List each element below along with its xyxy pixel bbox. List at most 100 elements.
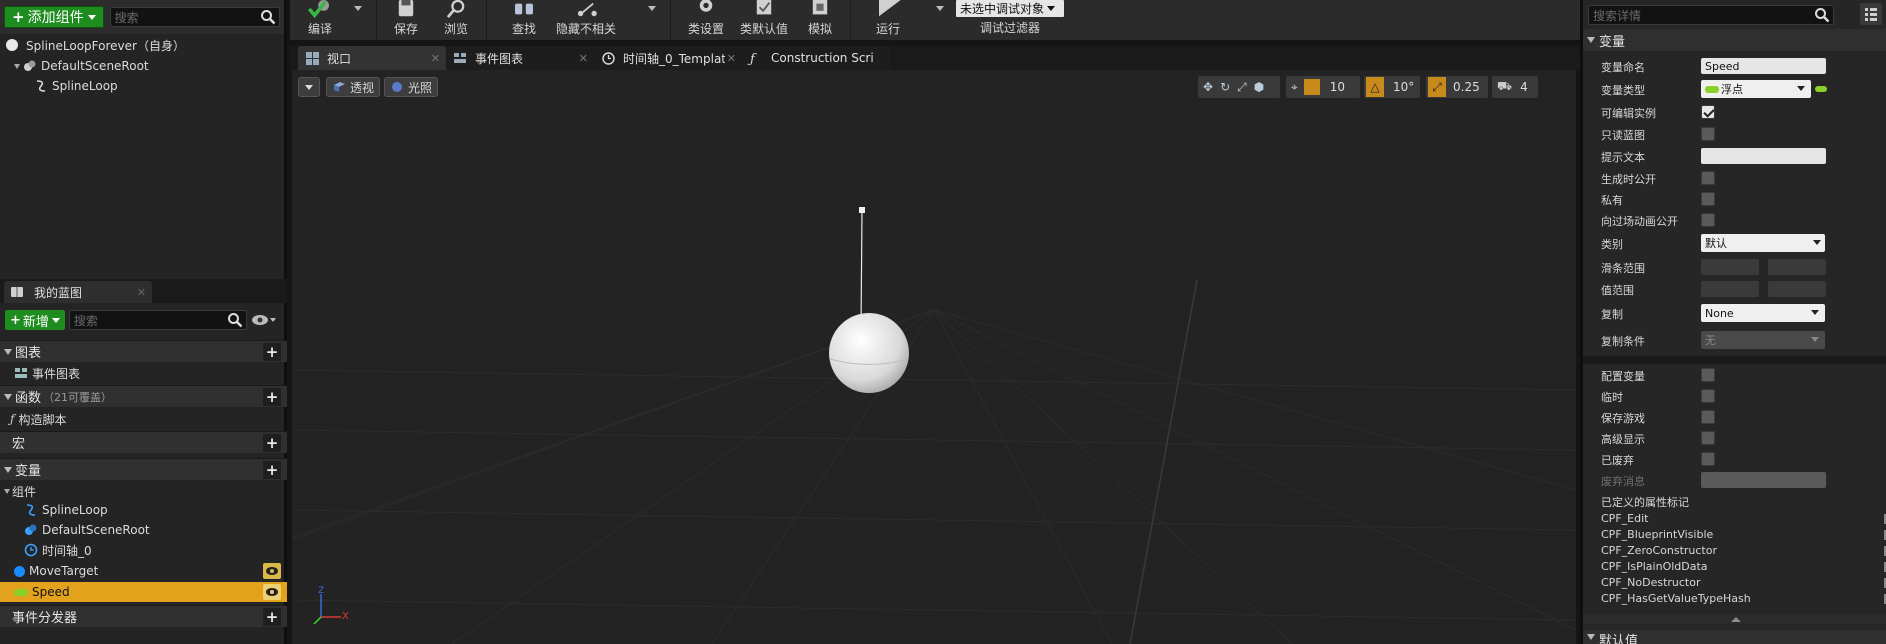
- eye-icon[interactable]: [251, 313, 277, 327]
- save-button[interactable]: 保存: [386, 0, 426, 40]
- flag-label: CPF_IsPlainOldData: [1601, 560, 1708, 573]
- graphs-section-header[interactable]: 图表 +: [0, 340, 287, 362]
- add-component-button[interactable]: + 添加组件: [4, 6, 104, 28]
- viewport[interactable]: 透视 光照 ✥ ↻ ⤢ ⬢ ⌖ 10 △ 10° ⤢ 0.25 ⛟ 4 Z X: [292, 70, 1576, 644]
- components-search-input[interactable]: 搜索: [109, 7, 280, 27]
- browse-button[interactable]: 浏览: [436, 0, 476, 40]
- scale-snap-value[interactable]: 0.25: [1453, 80, 1480, 94]
- deprecated-checkbox[interactable]: [1701, 452, 1715, 466]
- spline-point-handle[interactable]: [859, 207, 865, 213]
- simulate-button[interactable]: 模拟: [800, 0, 840, 40]
- variable-speed[interactable]: Speed: [0, 582, 287, 602]
- compile-options-chevron-icon[interactable]: [354, 6, 362, 11]
- tab-timeline-template[interactable]: 时间轴_0_Template ✕: [594, 46, 742, 70]
- variable-name-input[interactable]: Speed: [1701, 58, 1826, 74]
- category-select[interactable]: 默认: [1701, 234, 1825, 252]
- default-value-category-header[interactable]: 默认值: [1583, 630, 1886, 644]
- sphere-mesh[interactable]: [829, 313, 909, 393]
- viewport-options-button[interactable]: [298, 77, 320, 97]
- replication-condition-select[interactable]: 无: [1701, 331, 1825, 349]
- my-blueprint-search-input[interactable]: 搜索: [68, 310, 247, 330]
- play-button[interactable]: 运行: [868, 0, 908, 40]
- value-range-max-input[interactable]: [1768, 281, 1826, 297]
- chevron-down-icon: [87, 14, 96, 20]
- dispatchers-section-header[interactable]: 事件分发器 +: [0, 605, 287, 627]
- value-range-min-input[interactable]: [1701, 281, 1759, 297]
- details-search-input[interactable]: 搜索详情: [1588, 5, 1834, 25]
- visibility-eye-icon[interactable]: [263, 563, 281, 579]
- tab-viewport[interactable]: 视口 ✕: [298, 46, 446, 70]
- config-variable-checkbox[interactable]: [1701, 368, 1715, 382]
- slider-range-max-input[interactable]: [1768, 259, 1826, 275]
- grid-snap-value[interactable]: 10: [1330, 80, 1345, 94]
- instance-editable-checkbox[interactable]: [1701, 105, 1715, 119]
- advanced-display-checkbox[interactable]: [1701, 431, 1715, 445]
- rotation-snap-value[interactable]: 10°: [1393, 80, 1414, 94]
- hide-unrelated-button[interactable]: 隐藏不相关: [554, 0, 618, 40]
- tree-item-default-scene-root[interactable]: DefaultSceneRoot: [0, 56, 287, 76]
- close-icon[interactable]: ✕: [431, 52, 440, 65]
- construction-script-item[interactable]: ƒ 构造脚本: [0, 409, 287, 429]
- hide-unrelated-options-chevron-icon[interactable]: [648, 6, 656, 11]
- visibility-eye-icon[interactable]: [263, 584, 281, 600]
- slider-range-min-input[interactable]: [1701, 259, 1759, 275]
- world-local-icon[interactable]: ⬢: [1254, 80, 1264, 94]
- add-graph-button[interactable]: +: [263, 343, 281, 361]
- actor-icon: [6, 39, 18, 51]
- transient-checkbox[interactable]: [1701, 389, 1715, 403]
- variable-move-target[interactable]: MoveTarget: [0, 561, 287, 581]
- class-defaults-button[interactable]: 类默认值: [738, 0, 790, 40]
- variables-section-header[interactable]: 变量 +: [0, 458, 287, 480]
- variable-component-spline-loop[interactable]: SplineLoop: [0, 500, 287, 520]
- expose-cinematics-checkbox[interactable]: [1701, 213, 1715, 227]
- grid-snap-icon[interactable]: [1303, 79, 1320, 95]
- container-type-pill-icon[interactable]: [1815, 86, 1827, 92]
- functions-section-header[interactable]: 函数 （21可覆盖） +: [0, 385, 287, 407]
- event-graph-item[interactable]: 事件图表: [0, 363, 287, 383]
- translate-icon[interactable]: ✥: [1203, 80, 1213, 94]
- add-function-button[interactable]: +: [263, 388, 281, 406]
- add-variable-button[interactable]: +: [263, 461, 281, 479]
- property-matrix-icon[interactable]: [1860, 3, 1882, 25]
- replication-select[interactable]: None: [1701, 304, 1825, 322]
- play-options-chevron-icon[interactable]: [936, 6, 944, 11]
- camera-icon[interactable]: ⛟: [1497, 79, 1512, 95]
- close-icon[interactable]: ✕: [727, 52, 736, 65]
- private-checkbox[interactable]: [1701, 192, 1715, 206]
- add-dispatcher-button[interactable]: +: [263, 608, 281, 626]
- perspective-button[interactable]: 透视: [326, 77, 381, 97]
- tab-construction-script[interactable]: ƒ Construction Scrip: [742, 46, 890, 70]
- close-icon[interactable]: ✕: [579, 52, 588, 65]
- tab-my-blueprint[interactable]: 我的蓝图 ✕: [4, 281, 152, 303]
- variable-category-header[interactable]: 变量: [1583, 29, 1886, 51]
- scale-icon[interactable]: ⤢: [1237, 80, 1247, 95]
- close-icon[interactable]: ✕: [137, 286, 146, 299]
- new-button[interactable]: + 新增: [5, 310, 65, 330]
- tooltip-input[interactable]: [1701, 148, 1826, 164]
- savegame-checkbox[interactable]: [1701, 410, 1715, 424]
- class-settings-button[interactable]: 类设置: [686, 0, 726, 40]
- deprecation-message-input[interactable]: [1701, 472, 1826, 488]
- compile-button[interactable]: 编译: [298, 0, 342, 40]
- camera-speed-value[interactable]: 4: [1520, 80, 1528, 94]
- macros-section-header[interactable]: 宏 +: [0, 431, 287, 453]
- surface-snap-icon[interactable]: ⌖: [1291, 80, 1298, 95]
- lit-mode-button[interactable]: 光照: [384, 77, 439, 97]
- add-macro-button[interactable]: +: [263, 434, 281, 452]
- variable-component-default-scene-root[interactable]: DefaultSceneRoot: [0, 520, 287, 540]
- expose-on-spawn-checkbox[interactable]: [1701, 171, 1715, 185]
- tab-event-graph[interactable]: 事件图表 ✕: [446, 46, 594, 70]
- tree-item-self[interactable]: SplineLoopForever（自身）: [0, 34, 287, 56]
- variable-component-timeline[interactable]: 时间轴_0: [0, 540, 287, 560]
- debug-object-select[interactable]: 未选中调试对象: [956, 0, 1064, 17]
- rotate-icon[interactable]: ↻: [1220, 80, 1230, 94]
- simulate-icon: [812, 0, 828, 15]
- blueprint-readonly-checkbox[interactable]: [1701, 127, 1715, 141]
- scale-snap-icon[interactable]: ⤢: [1428, 77, 1446, 97]
- components-group[interactable]: 组件: [0, 481, 287, 501]
- find-button[interactable]: 查找: [504, 0, 544, 40]
- rotation-snap-icon[interactable]: △: [1366, 77, 1384, 97]
- advanced-expand-button[interactable]: [1583, 614, 1886, 624]
- tree-item-spline-loop[interactable]: SplineLoop: [0, 76, 287, 96]
- variable-type-select[interactable]: 浮点: [1701, 80, 1811, 98]
